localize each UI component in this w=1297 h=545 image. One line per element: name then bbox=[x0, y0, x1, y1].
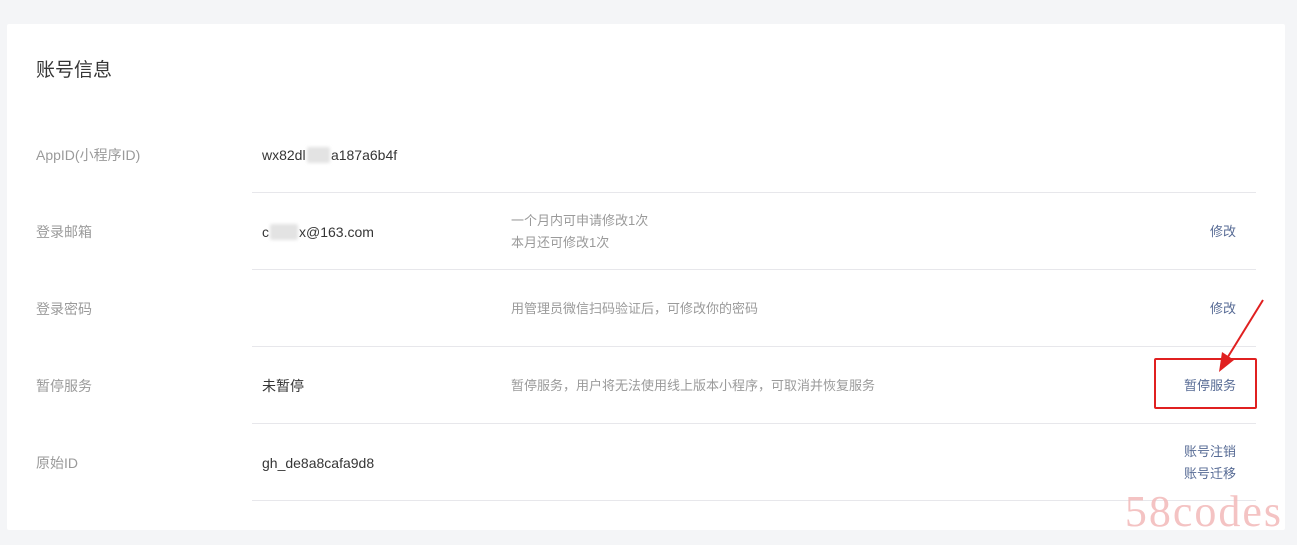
login-password-actions: 修改 bbox=[1210, 298, 1236, 320]
account-migrate-link[interactable]: 账号迁移 bbox=[1184, 463, 1236, 485]
row-appid: AppID(小程序ID) wx82dl000a187a6b4f bbox=[7, 116, 1285, 193]
login-email-actions: 修改 bbox=[1210, 221, 1236, 243]
login-email-value: cxxxxx@163.com bbox=[262, 223, 374, 240]
row-login-password: 登录密码 用管理员微信扫码验证后，可修改你的密码 修改 bbox=[7, 270, 1285, 347]
account-info-card: 账号信息 AppID(小程序ID) wx82dl000a187a6b4f 登录邮… bbox=[7, 24, 1285, 530]
modify-password-link[interactable]: 修改 bbox=[1210, 298, 1236, 320]
highlight-box bbox=[1154, 358, 1257, 409]
row-original-id: 原始ID gh_de8a8cafa9d8 账号注销 账号迁移 bbox=[7, 424, 1285, 501]
login-password-desc-line-1: 用管理员微信扫码验证后，可修改你的密码 bbox=[511, 300, 759, 316]
row-suspend-service: 暂停服务 未暂停 暂停服务，用户将无法使用线上版本小程序，可取消并恢复服务 暂停… bbox=[7, 347, 1285, 424]
account-cancel-link[interactable]: 账号注销 bbox=[1184, 441, 1236, 463]
modify-email-link[interactable]: 修改 bbox=[1210, 221, 1236, 243]
appid-label: AppID(小程序ID) bbox=[36, 146, 141, 163]
section-title: 账号信息 bbox=[36, 60, 113, 81]
login-email-desc-line-2: 本月还可修改1次 bbox=[511, 234, 610, 250]
login-email-value-suffix: x@163.com bbox=[299, 223, 374, 240]
suspend-service-label: 暂停服务 bbox=[36, 377, 92, 394]
watermark: 58codes bbox=[1124, 487, 1283, 536]
original-id-value: gh_de8a8cafa9d8 bbox=[262, 454, 375, 471]
redacted-mask: xxxx bbox=[270, 223, 298, 240]
suspend-service-desc: 暂停服务，用户将无法使用线上版本小程序，可取消并恢复服务 bbox=[511, 375, 875, 397]
login-email-desc: 一个月内可申请修改1次 本月还可修改1次 bbox=[511, 210, 648, 254]
login-email-value-prefix: c bbox=[262, 223, 269, 240]
login-password-desc: 用管理员微信扫码验证后，可修改你的密码 bbox=[511, 298, 758, 320]
row-login-email: 登录邮箱 cxxxxx@163.com 一个月内可申请修改1次 本月还可修改1次… bbox=[7, 193, 1285, 270]
login-password-label: 登录密码 bbox=[36, 300, 92, 317]
suspend-service-status: 未暂停 bbox=[262, 377, 304, 394]
original-id-actions: 账号注销 账号迁移 bbox=[1184, 441, 1236, 485]
appid-value: wx82dl000a187a6b4f bbox=[262, 146, 398, 163]
suspend-service-desc-line-1: 暂停服务，用户将无法使用线上版本小程序，可取消并恢复服务 bbox=[511, 377, 876, 393]
login-email-label: 登录邮箱 bbox=[36, 223, 92, 240]
login-email-desc-line-1: 一个月内可申请修改1次 bbox=[511, 212, 649, 228]
appid-value-suffix: a187a6b4f bbox=[330, 146, 398, 163]
row-divider bbox=[252, 500, 1256, 501]
redacted-mask: 000 bbox=[306, 146, 330, 163]
original-id-label: 原始ID bbox=[36, 454, 78, 471]
appid-value-prefix: wx82dl bbox=[262, 146, 306, 163]
